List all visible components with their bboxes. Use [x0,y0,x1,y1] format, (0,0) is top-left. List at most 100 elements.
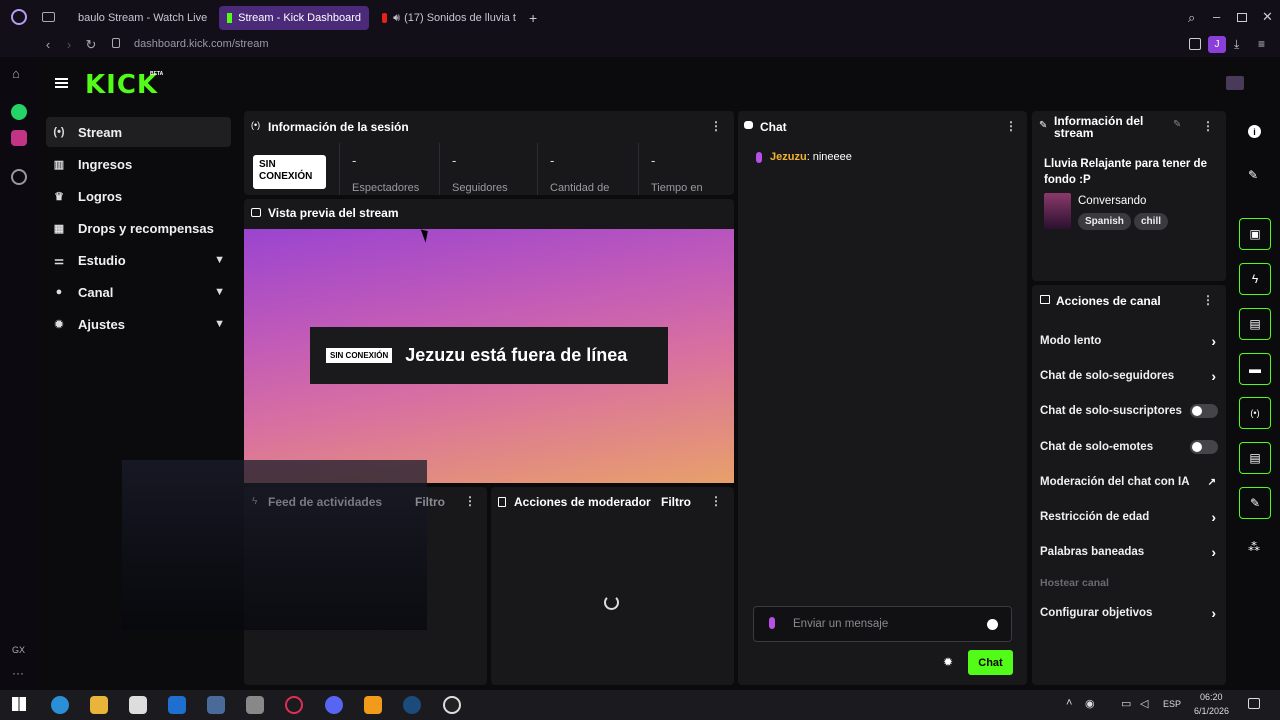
mail-icon[interactable] [168,696,186,714]
sidebar-item-ingresos[interactable]: ▥ Ingresos [46,149,231,179]
tray-volume-icon[interactable]: ◁ [1140,697,1148,710]
floating-video-thumbnail[interactable] [122,460,427,630]
chat-title: Chat [760,120,787,134]
language-indicator[interactable]: ESP [1163,699,1181,709]
obs-icon[interactable] [443,696,461,714]
tab-overview-icon[interactable] [42,12,55,22]
menu-icon[interactable]: ≡ [1258,37,1265,51]
tab-label: baulo Stream - Watch Live [78,12,208,24]
user-avatar[interactable] [1226,76,1244,90]
sidebar-item-canal[interactable]: ● Canal ▼ [46,277,231,307]
lightning-icon: ϟ [1251,272,1259,286]
category-thumbnail[interactable] [1044,193,1071,229]
action-age-restriction[interactable]: Restricción de edad › [1040,507,1220,527]
sidebar-item-stream[interactable]: (•) Stream [46,117,231,147]
new-tab-icon[interactable]: + [529,10,537,26]
forward-icon[interactable]: › [61,37,77,52]
channel-actions-menu-icon[interactable]: ⋮ [1202,293,1214,307]
tray-steam-icon[interactable]: ◉ [1085,697,1095,710]
tray-chevron-icon[interactable]: ˄ [1066,697,1072,709]
action-label: Chat de solo-suscriptores [1040,405,1182,417]
session-tool-button[interactable]: (•) [1239,397,1271,429]
reload-icon[interactable]: ↻ [83,37,99,53]
opera-gx-icon[interactable] [285,696,303,714]
subscribers-only-toggle[interactable] [1190,404,1218,418]
mic-badge-icon [756,151,762,163]
status-text: SIN CONEXIÓN [259,159,313,182]
back-icon[interactable]: ‹ [40,37,56,52]
action-goals[interactable]: Configurar objetivos › [1040,603,1220,623]
chat-menu-icon[interactable]: ⋮ [1005,119,1017,133]
windows-start-icon[interactable] [12,697,26,711]
action-ai-moderation[interactable]: Moderación del chat con IA ↗ [1040,472,1220,492]
extensions-icon[interactable] [1189,38,1201,50]
clock-time[interactable]: 06:20 [1200,692,1223,702]
mod-tool-button[interactable]: ▤ [1239,308,1271,340]
mod-filter-button[interactable]: Filtro [661,495,691,509]
external-link-icon: ↗ [1207,476,1216,488]
chat-send-button[interactable]: Chat [968,650,1013,675]
edit-pencil-icon[interactable]: ✎ [1173,119,1181,130]
sidebar-item-estudio[interactable]: ⚌ Estudio ▼ [46,245,231,275]
download-icon[interactable]: ⤓ [1234,37,1239,52]
activity-filter-button[interactable]: Filtro [415,495,445,509]
fl-studio-icon[interactable] [364,696,382,714]
pencil-icon[interactable]: ✎ [1248,168,1258,182]
stat-label: Espectadores [352,182,420,194]
activity-menu-icon[interactable]: ⋮ [464,494,476,508]
profile-avatar[interactable]: J [1208,36,1226,53]
tray-network-icon[interactable]: ▭ [1121,697,1131,710]
chat-tool-button[interactable]: ▬ [1239,353,1271,385]
emoji-icon[interactable] [987,619,998,630]
minimize-icon[interactable]: – [1213,9,1220,24]
preview-tool-button[interactable]: ▣ [1239,218,1271,250]
whatsapp-icon[interactable] [11,104,27,120]
session-menu-icon[interactable]: ⋮ [710,119,722,133]
activity-tool-button[interactable]: ϟ [1239,263,1271,295]
action-banned-words[interactable]: Palabras baneadas › [1040,542,1220,562]
notifications-icon[interactable] [1248,698,1260,709]
instagram-icon[interactable] [11,130,27,146]
clock-date[interactable]: 6/1/2026 [1194,706,1229,716]
chat-settings-gear-icon[interactable]: ✹ [943,655,953,669]
file-explorer-icon[interactable] [90,696,108,714]
stream-info-menu-icon[interactable]: ⋮ [1202,119,1214,133]
photos-icon[interactable] [246,696,264,714]
chat-username[interactable]: Jezuzu [770,151,807,163]
opera-logo-icon[interactable] [11,9,27,25]
url-field[interactable]: dashboard.kick.com/stream [134,38,269,50]
more-widgets-icon[interactable]: ⁂ [1248,540,1260,554]
action-slow-mode[interactable]: Modo lento › [1040,331,1220,351]
hamburger-menu-icon[interactable] [55,78,68,88]
stream-info-tool-button[interactable]: ✎ [1239,487,1271,519]
steam-icon[interactable] [403,696,421,714]
chat-input[interactable]: Enviar un mensaje [793,618,888,630]
sidebar-item-ajustes[interactable]: ✹ Ajustes ▼ [46,309,231,339]
discord-icon[interactable] [325,696,343,714]
tab-kick-dashboard[interactable]: Stream - Kick Dashboard [219,6,369,30]
tab-baulo[interactable]: baulo Stream - Watch Live [64,6,214,30]
kick-logo[interactable]: KICK [85,70,158,100]
sidebar-home-icon[interactable]: ⌂ [12,66,20,81]
mod-menu-icon[interactable]: ⋮ [710,494,722,508]
gx-label[interactable]: GX [12,645,25,655]
category-name[interactable]: Conversando [1078,195,1146,207]
close-icon[interactable]: ✕ [1262,9,1273,25]
preview-icon [251,208,261,217]
more-icon[interactable]: ··· [12,666,24,680]
edge-icon[interactable] [51,696,69,714]
action-followers-only[interactable]: Chat de solo-seguidores › [1040,366,1220,386]
store-icon[interactable] [129,696,147,714]
tab-youtube[interactable]: 🔊︎ (17) Sonidos de lluvia t [374,6,524,30]
channel-tool-button[interactable]: ▤ [1239,442,1271,474]
sidebar-item-logros[interactable]: ♛ Logros [46,181,231,211]
sidebar-item-drops[interactable]: ▦ Drops y recompensas [46,213,231,243]
search-icon[interactable]: ⌕ [1188,10,1195,26]
player-icon[interactable] [11,169,27,185]
tag-spanish[interactable]: Spanish [1078,213,1131,230]
calculator-icon[interactable] [207,696,225,714]
restore-icon[interactable] [1237,13,1247,22]
info-icon[interactable]: i [1248,125,1261,138]
tag-chill[interactable]: chill [1134,213,1169,230]
emotes-only-toggle[interactable] [1190,440,1218,454]
